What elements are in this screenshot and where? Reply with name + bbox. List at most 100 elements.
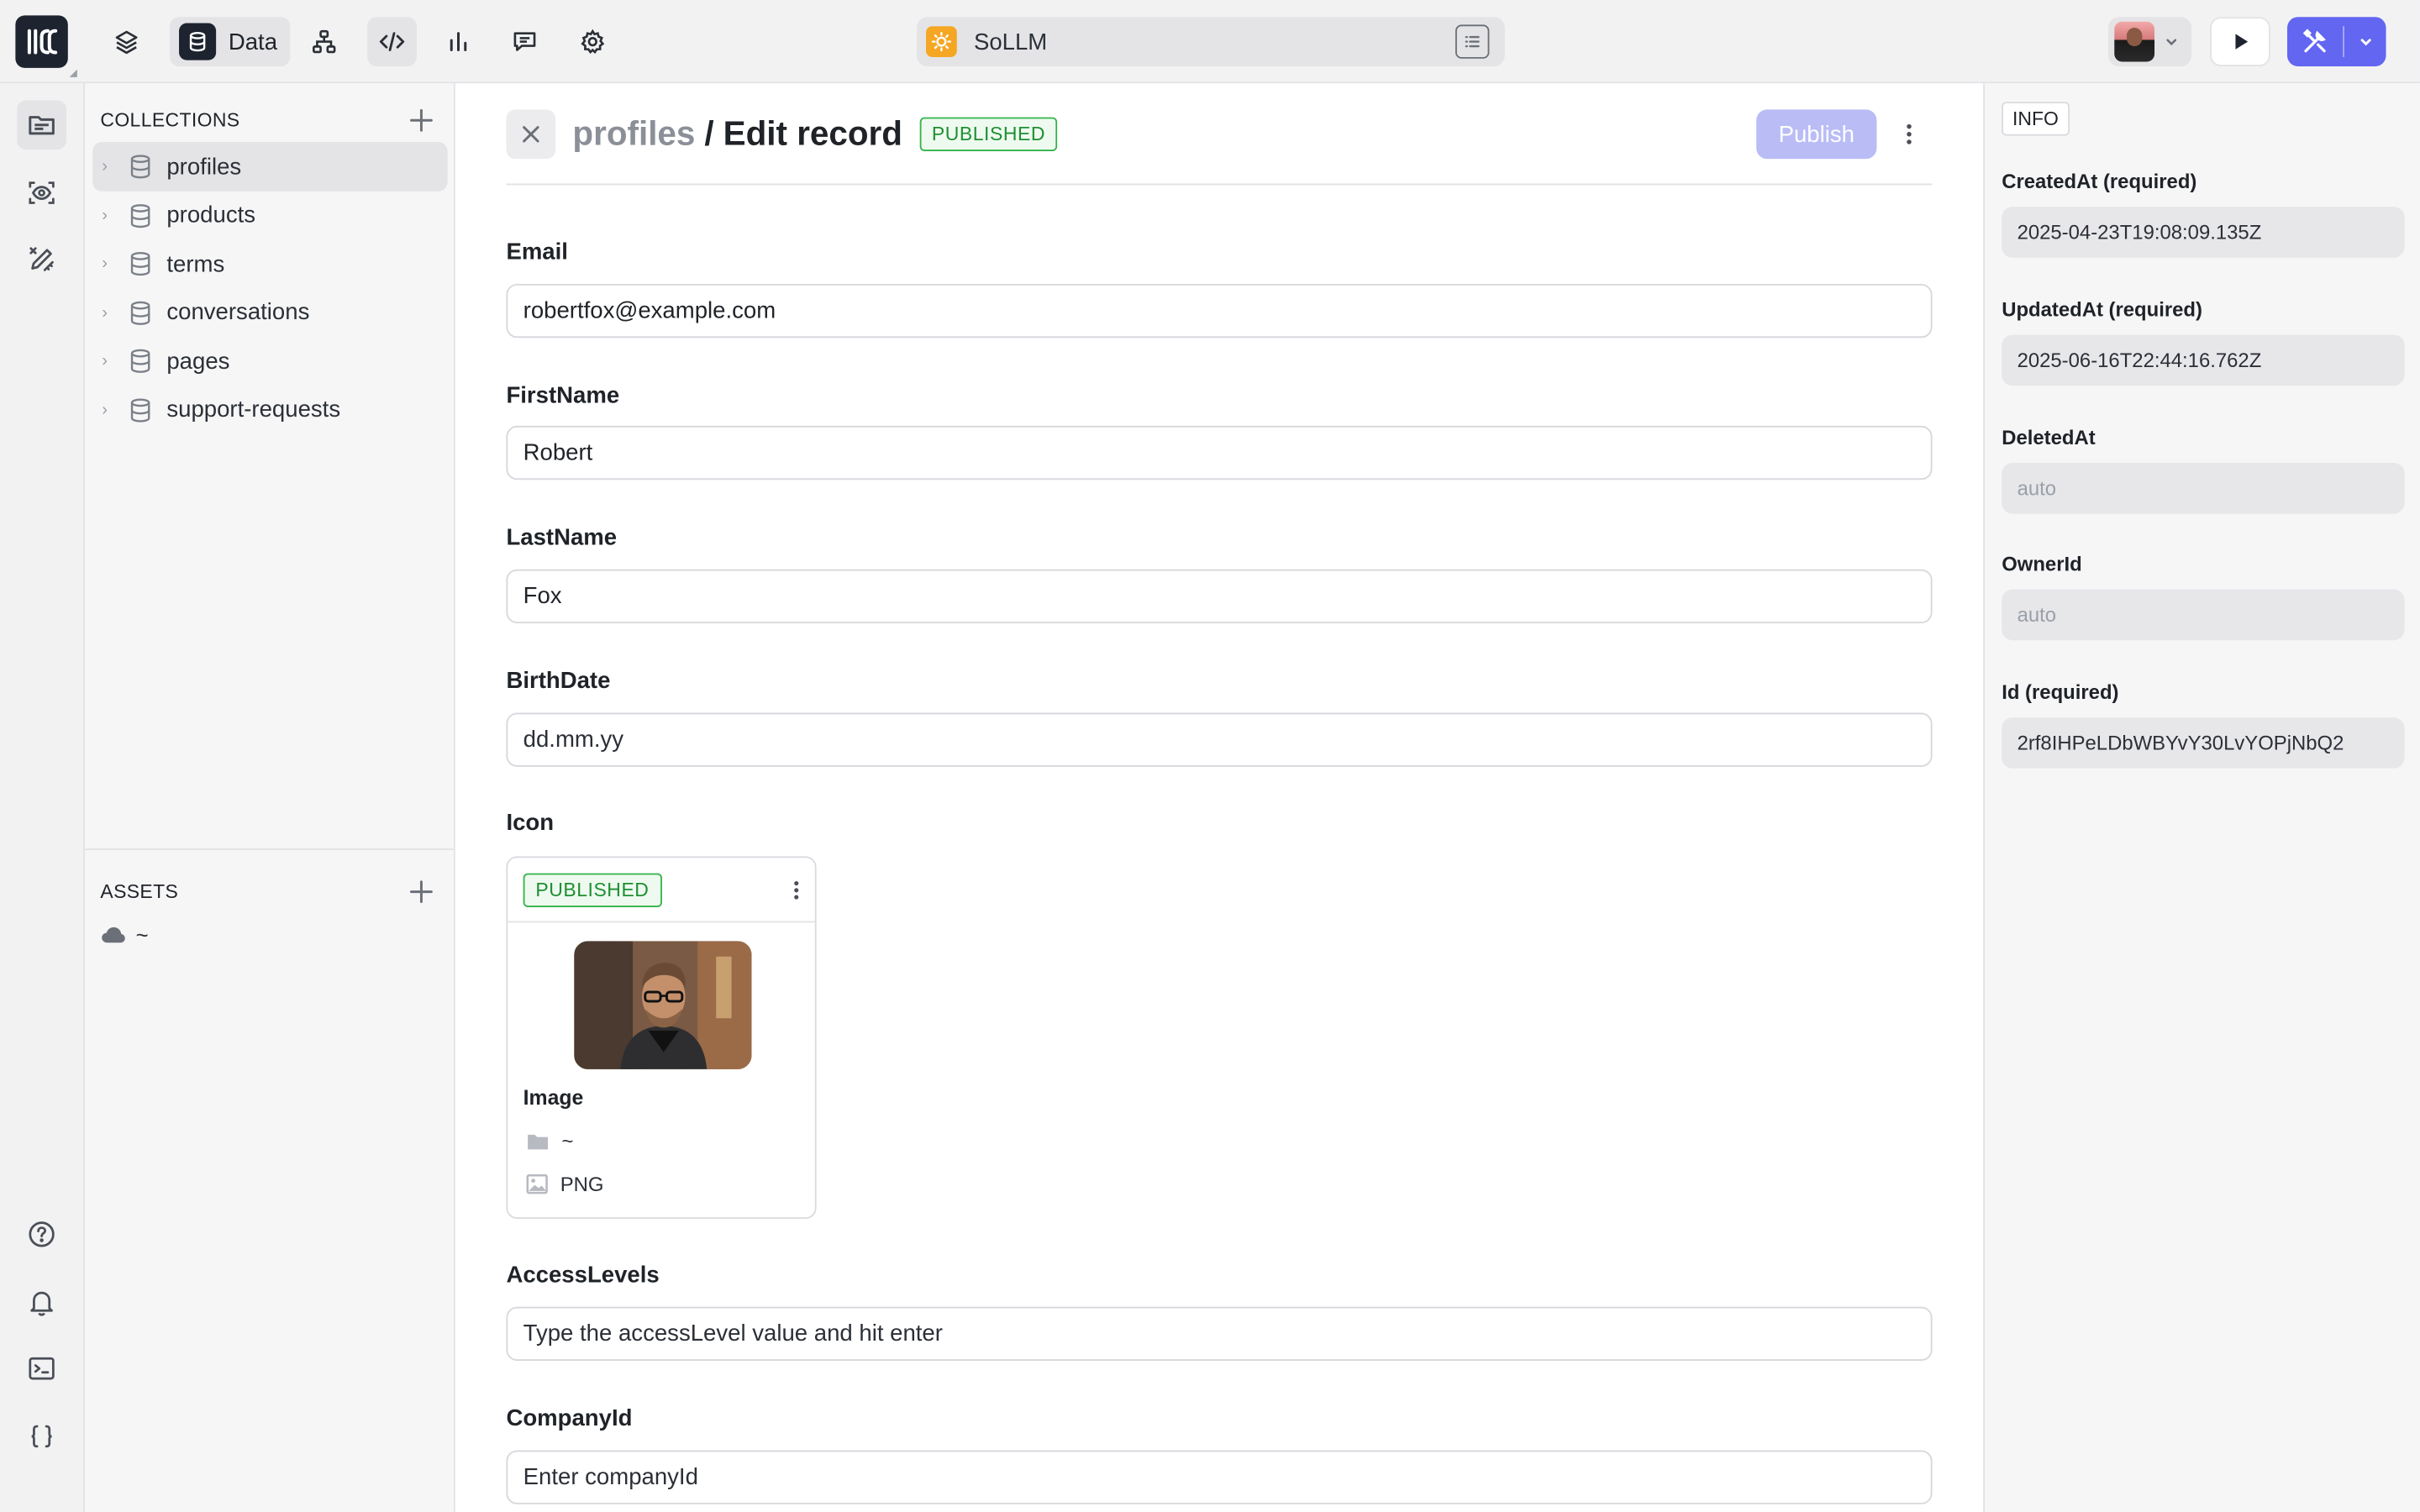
ownerid-value: auto: [2002, 589, 2405, 641]
add-collection-button[interactable]: [404, 103, 438, 137]
app-logo[interactable]: [15, 15, 77, 77]
email-field[interactable]: [506, 283, 1933, 339]
comments-button[interactable]: [500, 17, 550, 66]
collection-label: profiles: [166, 153, 242, 180]
collection-label: products: [166, 202, 256, 228]
terminal-icon: [29, 1357, 55, 1380]
code-icon: [379, 32, 405, 51]
chevron-right-icon[interactable]: ›: [102, 401, 117, 419]
publish-button[interactable]: Publish: [1756, 109, 1877, 160]
birthdate-field[interactable]: [506, 712, 1933, 767]
asset-title: Image: [523, 1086, 584, 1110]
lastname-label: LastName: [506, 524, 618, 551]
layers-button[interactable]: [102, 17, 151, 66]
add-asset-button[interactable]: [404, 874, 438, 908]
birthdate-label: BirthDate: [506, 668, 611, 695]
asset-more-button[interactable]: [793, 879, 799, 900]
collection-item-pages[interactable]: › pages: [92, 336, 447, 386]
tab-info[interactable]: INFO: [2002, 102, 2070, 136]
collections-title: COLLECTIONS: [100, 109, 240, 132]
braces-icon: [31, 1425, 52, 1448]
chevron-right-icon[interactable]: ›: [102, 255, 117, 273]
collection-item-terms[interactable]: › terms: [92, 239, 447, 289]
asset-card-header: PUBLISHED: [508, 858, 815, 923]
asset-folder-row: ~: [526, 1129, 574, 1153]
app-root: Data SoLLM COLLECTIONS › profiles › prod…: [0, 0, 2420, 1512]
collection-item-support-requests[interactable]: › support-requests: [92, 385, 447, 434]
left-rail: [0, 83, 86, 1512]
top-bar: Data SoLLM: [0, 0, 2420, 84]
collection-label: conversations: [166, 299, 310, 326]
accesslevels-field[interactable]: [506, 1306, 1933, 1361]
project-switcher[interactable]: SoLLM: [916, 17, 1505, 66]
email-label: Email: [506, 239, 568, 265]
analytics-button[interactable]: [434, 17, 483, 66]
data-tab-button[interactable]: Data: [170, 17, 290, 66]
updatedat-value: 2025-06-16T22:44:16.762Z: [2002, 334, 2405, 386]
status-badge: PUBLISHED: [919, 117, 1058, 151]
sun-icon: [926, 26, 957, 57]
database-icon: [130, 397, 150, 422]
deletedat-label: DeletedAt: [2002, 425, 2096, 449]
chat-icon: [513, 32, 536, 51]
rail-help-button[interactable]: [17, 1210, 66, 1259]
asset-thumbnail[interactable]: [574, 941, 752, 1069]
assets-root-item[interactable]: ~: [100, 922, 149, 948]
user-menu-button[interactable]: [2107, 17, 2192, 66]
asset-format: PNG: [560, 1172, 604, 1196]
record-editor: profiles / Edit record PUBLISHED Publish…: [455, 83, 1984, 1512]
collection-item-conversations[interactable]: › conversations: [92, 288, 447, 338]
build-button[interactable]: [2286, 17, 2386, 66]
id-value: 2rf8IHPeLDbWBYvY30LvYOPjNbQ2: [2002, 717, 2405, 769]
chevron-down-icon: [2166, 39, 2177, 46]
more-options-button[interactable]: [1886, 109, 1932, 159]
breadcrumb-collection[interactable]: profiles: [572, 114, 695, 155]
rail-preview-button[interactable]: [17, 168, 66, 218]
chevron-right-icon[interactable]: ›: [102, 206, 117, 224]
database-icon: [179, 23, 217, 60]
breadcrumb-separator: /: [704, 113, 714, 153]
lastname-field[interactable]: [506, 569, 1933, 624]
asset-folder: ~: [561, 1129, 574, 1153]
kebab-icon: [1907, 123, 1912, 144]
build-dropdown-chevron-icon[interactable]: [2344, 34, 2386, 49]
collection-item-profiles[interactable]: › profiles: [92, 141, 448, 192]
editor-header: profiles / Edit record PUBLISHED Publish: [506, 109, 1932, 160]
plus-icon: [410, 108, 433, 132]
play-icon: [2234, 34, 2248, 50]
folder-open-icon: [29, 116, 55, 135]
assets-title: ASSETS: [100, 880, 179, 903]
assets-header: ASSETS: [100, 874, 438, 911]
rail-json-button[interactable]: [17, 1412, 66, 1462]
settings-button[interactable]: [568, 17, 618, 66]
schema-button[interactable]: [299, 17, 349, 66]
chevron-right-icon[interactable]: ›: [102, 352, 117, 370]
icon-label: Icon: [506, 810, 555, 837]
project-name: SoLLM: [973, 28, 1048, 55]
chevron-right-icon[interactable]: ›: [102, 303, 117, 322]
firstname-label: FirstName: [506, 382, 620, 409]
bell-icon: [30, 1291, 53, 1316]
firstname-field[interactable]: [506, 425, 1933, 480]
pencil-ruler-icon: [29, 247, 54, 271]
collection-label: support-requests: [166, 396, 341, 423]
run-preview-button[interactable]: [2210, 17, 2270, 66]
page-title: Edit record: [723, 113, 902, 153]
avatar: [2114, 21, 2155, 62]
kebab-icon: [794, 880, 799, 899]
icon-asset-card[interactable]: PUBLISHED Image ~ PNG: [506, 856, 817, 1219]
companyid-label: CompanyId: [506, 1405, 633, 1432]
layers-icon: [115, 30, 138, 55]
rail-notifications-button[interactable]: [17, 1278, 66, 1327]
rail-terminal-button[interactable]: [17, 1344, 66, 1394]
sidebar-divider: [85, 848, 454, 851]
collection-item-products[interactable]: › products: [92, 191, 447, 240]
chevron-right-icon[interactable]: ›: [102, 157, 117, 176]
rail-design-button[interactable]: [17, 234, 66, 284]
list-icon[interactable]: [1455, 24, 1490, 59]
close-button[interactable]: [506, 109, 556, 160]
asset-format-row: PNG: [526, 1172, 604, 1196]
code-button[interactable]: [367, 17, 417, 66]
rail-collections-button[interactable]: [17, 100, 66, 150]
companyid-field[interactable]: [506, 1450, 1933, 1504]
